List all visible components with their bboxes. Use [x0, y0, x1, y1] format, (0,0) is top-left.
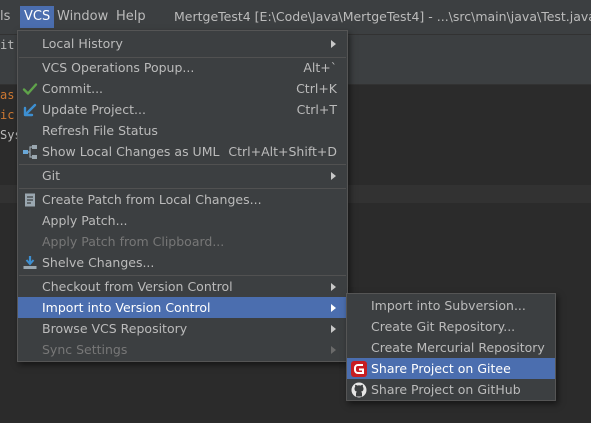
menu-item-label: Refresh File Status: [42, 123, 158, 138]
menu-item-label: Apply Patch...: [42, 213, 128, 228]
menu-item-share-on-gitee[interactable]: Share Project on Gitee: [347, 358, 555, 379]
menu-item-label: Create Mercurial Repository: [371, 340, 545, 355]
menu-item-label: Git: [42, 168, 61, 183]
menu-item-apply-patch[interactable]: Apply Patch...: [18, 210, 347, 231]
menu-item-label: VCS Operations Popup...: [42, 60, 195, 75]
menu-item-checkout-vcs[interactable]: Checkout from Version Control: [18, 276, 347, 297]
menu-item-create-patch[interactable]: Create Patch from Local Changes...: [18, 189, 347, 210]
menu-item-local-history[interactable]: Local History: [18, 33, 347, 54]
menu-item-import-into-vcs[interactable]: Import into Version Control: [18, 297, 347, 318]
submenu-arrow-icon: [331, 346, 336, 354]
menu-item-label: Commit...: [42, 81, 104, 96]
patch-icon: [22, 192, 38, 208]
import-vcs-submenu: Import into Subversion... Create Git Rep…: [346, 293, 556, 401]
menu-item-show-local-changes-uml[interactable]: Show Local Changes as UML Ctrl+Alt+Shift…: [18, 141, 347, 162]
menu-item-label: Import into Subversion...: [371, 298, 526, 313]
gitee-icon: [351, 361, 367, 377]
editor-fragment-keyword: ic: [0, 108, 15, 122]
menu-item-browse-vcs-repository[interactable]: Browse VCS Repository: [18, 318, 347, 339]
menu-item-label: Apply Patch from Clipboard...: [42, 234, 225, 249]
shelve-icon: [22, 255, 38, 271]
menu-item-update-project[interactable]: Update Project... Ctrl+T: [18, 99, 347, 120]
menu-item-label: Local History: [42, 36, 123, 51]
menu-item-label: Show Local Changes as UML: [42, 144, 220, 159]
submenu-arrow-icon: [331, 40, 336, 48]
window-title: MertgeTest4 [E:\Code\Java\MertgeTest4] -…: [174, 9, 591, 24]
menu-item-share-on-github[interactable]: Share Project on GitHub: [347, 379, 555, 400]
submenu-arrow-icon: [331, 325, 336, 333]
github-icon: [351, 382, 367, 398]
submenu-arrow-icon: [331, 172, 336, 180]
menu-item-label: Create Patch from Local Changes...: [42, 192, 262, 207]
update-arrow-icon: [22, 102, 38, 118]
check-icon: [22, 81, 38, 97]
menu-item-create-git-repository[interactable]: Create Git Repository...: [347, 316, 555, 337]
menu-tools-partial[interactable]: ls: [0, 7, 10, 27]
menu-item-shortcut: Alt+`: [303, 60, 337, 75]
menu-item-label: Browse VCS Repository: [42, 321, 188, 336]
menu-item-label: Import into Version Control: [42, 300, 211, 315]
editor-fragment-keyword: as: [0, 88, 15, 102]
menu-item-label: Shelve Changes...: [42, 255, 155, 270]
submenu-arrow-icon: [331, 283, 336, 291]
menu-item-sync-settings: Sync Settings: [18, 339, 347, 360]
menu-item-apply-patch-clipboard: Apply Patch from Clipboard...: [18, 231, 347, 252]
menu-window[interactable]: Window: [57, 7, 108, 27]
menu-item-shortcut: Ctrl+Alt+Shift+D: [228, 144, 337, 159]
menu-item-label: Checkout from Version Control: [42, 279, 233, 294]
menu-item-import-subversion[interactable]: Import into Subversion...: [347, 295, 555, 316]
submenu-arrow-icon: [331, 304, 336, 312]
menu-item-refresh-file-status[interactable]: Refresh File Status: [18, 120, 347, 141]
menu-item-label: Share Project on GitHub: [371, 382, 521, 397]
menu-item-label: Create Git Repository...: [371, 319, 516, 334]
menu-item-label: Update Project...: [42, 102, 146, 117]
uml-diagram-icon: [22, 144, 38, 160]
menu-item-shortcut: Ctrl+K: [296, 81, 337, 96]
vcs-menu: Local History VCS Operations Popup... Al…: [17, 30, 348, 362]
menu-item-shelve-changes[interactable]: Shelve Changes...: [18, 252, 347, 273]
menu-item-create-mercurial-repository[interactable]: Create Mercurial Repository: [347, 337, 555, 358]
menu-vcs[interactable]: VCS: [20, 6, 55, 28]
menu-item-shortcut: Ctrl+T: [296, 102, 337, 117]
menu-item-label: Sync Settings: [42, 342, 128, 357]
menu-help[interactable]: Help: [116, 7, 146, 27]
menu-item-git[interactable]: Git: [18, 165, 347, 186]
menu-item-commit[interactable]: Commit... Ctrl+K: [18, 78, 347, 99]
menu-item-label: Share Project on Gitee: [371, 361, 511, 376]
menu-item-vcs-operations-popup[interactable]: VCS Operations Popup... Alt+`: [18, 57, 347, 78]
